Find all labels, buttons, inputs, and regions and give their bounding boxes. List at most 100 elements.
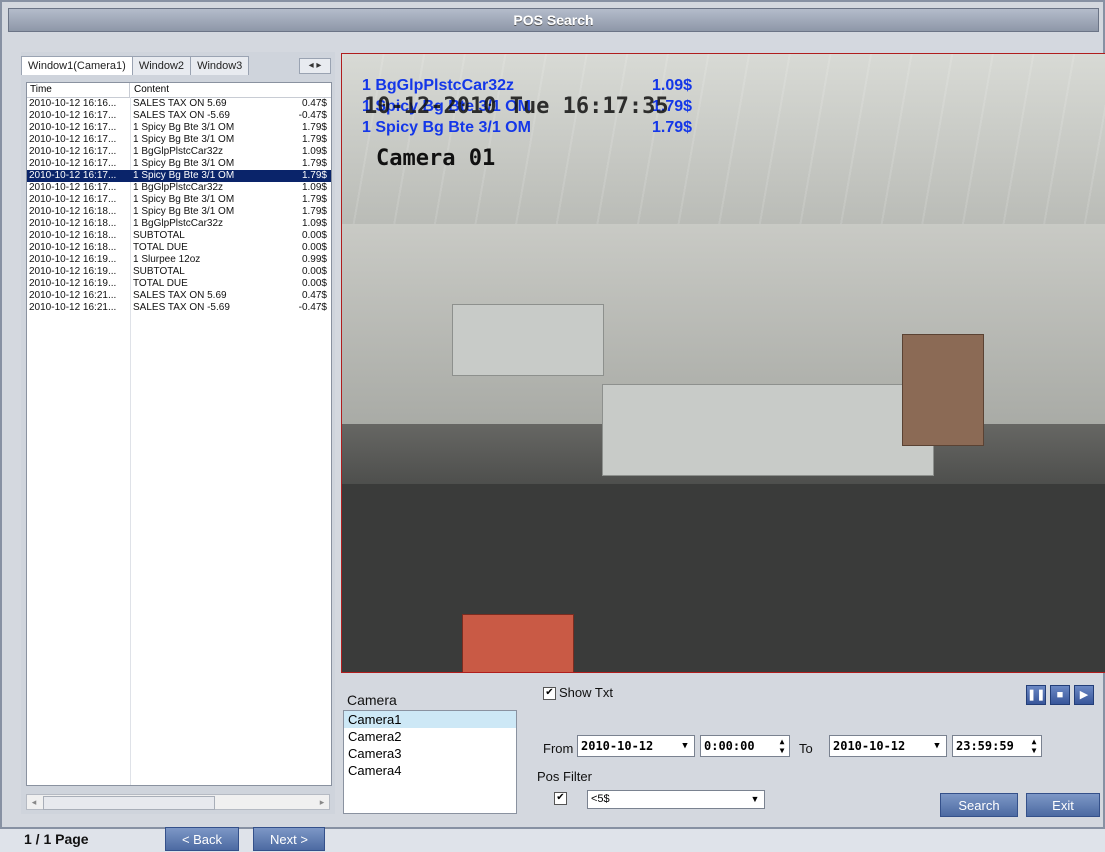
to-date-picker[interactable]: 2010-10-12 ▼ xyxy=(829,735,947,757)
back-button[interactable]: < Back xyxy=(165,827,239,851)
row-amount: 1.09$ xyxy=(301,146,327,157)
table-row[interactable]: 2010-10-12 16:17... 1 BgGlpPlstcCar32z 1.0… xyxy=(27,182,331,194)
row-amount: 0.00$ xyxy=(301,266,327,277)
transaction-list[interactable]: Time Content 2010-10-12 16:16... SALES TA… xyxy=(26,82,332,786)
table-row[interactable]: 2010-10-12 16:16... SALES TAX ON 5.69 0.47… xyxy=(27,98,331,110)
from-date-picker[interactable]: 2010-10-12 ▼ xyxy=(577,735,695,757)
step-forward-icon[interactable]: ▶ xyxy=(1074,685,1094,705)
row-content: 1 Spicy Bg Bte 3/1 OM xyxy=(133,206,235,217)
tab-window3[interactable]: Window3 xyxy=(190,56,250,75)
column-header-time[interactable]: Time xyxy=(27,83,130,97)
table-row[interactable]: 2010-10-12 16:19... 1 Slurpee 12oz 0.99$ xyxy=(27,254,331,266)
chevron-down-icon[interactable]: ▼ xyxy=(748,792,762,807)
video-playback-view[interactable]: 1 BgGlpPlstcCar32z 1.09$ 1 Spicy Bg Bte 3… xyxy=(341,53,1105,673)
table-row[interactable]: 2010-10-12 16:17... 1 Spicy Bg Bte 3/1 OM… xyxy=(27,122,331,134)
table-row[interactable]: 2010-10-12 16:17... 1 Spicy Bg Bte 3/1 OM… xyxy=(27,158,331,170)
row-content: 1 Slurpee 12oz xyxy=(133,254,201,265)
stop-icon[interactable]: ■ xyxy=(1050,685,1070,705)
camera-list[interactable]: Camera1 Camera2 Camera3 Camera4 xyxy=(343,710,517,814)
row-time: 2010-10-12 16:19... xyxy=(29,254,117,265)
row-time: 2010-10-12 16:17... xyxy=(29,194,117,205)
row-time: 2010-10-12 16:17... xyxy=(29,182,117,193)
row-content: SALES TAX ON 5.69 xyxy=(133,98,227,109)
row-amount: -0.47$ xyxy=(298,302,327,313)
spinner-arrows-icon[interactable]: ▲ ▼ xyxy=(1028,737,1040,755)
exit-button[interactable]: Exit xyxy=(1026,793,1100,817)
to-time-value: 23:59:59 xyxy=(956,739,1014,753)
scroll-right-icon[interactable]: ▸ xyxy=(315,795,329,809)
list-horizontal-scrollbar[interactable]: ◂ ▸ xyxy=(26,794,330,810)
pause-icon[interactable]: ❚❚ xyxy=(1026,685,1046,705)
chevron-down-icon[interactable]: ▼ xyxy=(678,738,692,754)
row-amount: 1.79$ xyxy=(301,206,327,217)
row-content: SALES TAX ON -5.69 xyxy=(133,110,230,121)
table-row[interactable]: 2010-10-12 16:19... TOTAL DUE 0.00$ xyxy=(27,278,331,290)
table-row[interactable]: 2010-10-12 16:18... 1 Spicy Bg Bte 3/1 OM… xyxy=(27,206,331,218)
list-rows: 2010-10-12 16:16... SALES TAX ON 5.69 0.47… xyxy=(27,98,331,314)
row-time: 2010-10-12 16:18... xyxy=(29,242,117,253)
spinner-arrows-icon[interactable]: ▲ ▼ xyxy=(776,737,788,755)
table-row[interactable]: 2010-10-12 16:17... SALES TAX ON -5.69 -0.… xyxy=(27,110,331,122)
row-content: TOTAL DUE xyxy=(133,278,188,289)
from-time-value: 0:00:00 xyxy=(704,739,755,753)
from-time-spinner[interactable]: 0:00:00 ▲ ▼ xyxy=(700,735,790,757)
video-scene-monitor xyxy=(462,614,574,672)
pos-filter-value: <5$ xyxy=(591,793,610,805)
row-content: 1 Spicy Bg Bte 3/1 OM xyxy=(133,170,235,181)
row-content: 1 BgGlpPlstcCar32z xyxy=(133,146,224,157)
row-time: 2010-10-12 16:17... xyxy=(29,134,117,145)
row-amount: 0.00$ xyxy=(301,242,327,253)
window-tabs: Window1(Camera1) Window2 Window3 xyxy=(21,56,250,76)
show-txt-checkbox[interactable]: ✔ xyxy=(543,687,556,700)
tab-window2[interactable]: Window2 xyxy=(131,56,192,75)
row-time: 2010-10-12 16:21... xyxy=(29,290,117,301)
chevron-down-icon[interactable]: ▼ xyxy=(930,738,944,754)
search-button[interactable]: Search xyxy=(940,793,1018,817)
table-row[interactable]: 2010-10-12 16:17... 1 BgGlpPlstcCar32z 1.0… xyxy=(27,146,331,158)
table-row[interactable]: 2010-10-12 16:17... 1 Spicy Bg Bte 3/1 OM… xyxy=(27,134,331,146)
tab-window1[interactable]: Window1(Camera1) xyxy=(21,56,133,75)
to-time-spinner[interactable]: 23:59:59 ▲ ▼ xyxy=(952,735,1042,757)
camera-list-item[interactable]: Camera4 xyxy=(344,762,516,779)
row-time: 2010-10-12 16:16... xyxy=(29,98,117,109)
tab-scroll-right-icon[interactable]: ▸ xyxy=(316,60,321,71)
row-content: 1 Spicy Bg Bte 3/1 OM xyxy=(133,194,235,205)
pos-overlay-line-1: 1 BgGlpPlstcCar32z 1.09$ xyxy=(362,77,693,94)
row-amount: 0.00$ xyxy=(301,230,327,241)
camera-list-item[interactable]: Camera1 xyxy=(344,711,516,728)
row-amount: 0.00$ xyxy=(301,278,327,289)
table-row[interactable]: 2010-10-12 16:17... 1 Spicy Bg Bte 3/1 OM… xyxy=(27,194,331,206)
video-scene-partition xyxy=(452,304,604,376)
video-scene-floor xyxy=(342,484,1105,672)
pos-filter-checkbox[interactable]: ✔ xyxy=(554,792,567,805)
table-row[interactable]: 2010-10-12 16:18... 1 BgGlpPlstcCar32z 1.0… xyxy=(27,218,331,230)
osd-datetime: 10-12-2010 Tue 16:17:35 xyxy=(364,94,669,119)
row-amount: 1.79$ xyxy=(301,158,327,169)
row-time: 2010-10-12 16:19... xyxy=(29,278,117,289)
table-row[interactable]: 2010-10-12 16:21... SALES TAX ON -5.69 -0.… xyxy=(27,302,331,314)
camera-list-item[interactable]: Camera3 xyxy=(344,745,516,762)
row-content: SUBTOTAL xyxy=(133,266,185,277)
from-label: From xyxy=(543,741,574,756)
row-amount: -0.47$ xyxy=(298,110,327,121)
column-header-content[interactable]: Content xyxy=(130,83,331,97)
table-row[interactable]: 2010-10-12 16:18... TOTAL DUE 0.00$ xyxy=(27,242,331,254)
row-amount: 0.47$ xyxy=(301,98,327,109)
tab-scroll-arrows[interactable]: ◂ ▸ xyxy=(299,58,331,74)
pos-filter-select[interactable]: <5$ ▼ xyxy=(587,790,765,809)
row-time: 2010-10-12 16:17... xyxy=(29,110,117,121)
row-content: 1 Spicy Bg Bte 3/1 OM xyxy=(133,122,235,133)
scroll-thumb[interactable] xyxy=(43,796,215,810)
next-button[interactable]: Next > xyxy=(253,827,325,851)
table-row[interactable]: 2010-10-12 16:21... SALES TAX ON 5.69 0.47… xyxy=(27,290,331,302)
pos-filter-label: Pos Filter xyxy=(537,769,592,784)
table-row[interactable]: 2010-10-12 16:17... 1 Spicy Bg Bte 3/1 OM… xyxy=(27,170,331,182)
table-row[interactable]: 2010-10-12 16:18... SUBTOTAL 0.00$ xyxy=(27,230,331,242)
table-row[interactable]: 2010-10-12 16:19... SUBTOTAL 0.00$ xyxy=(27,266,331,278)
tab-scroll-left-icon[interactable]: ◂ xyxy=(309,60,314,71)
camera-list-item[interactable]: Camera2 xyxy=(344,728,516,745)
row-time: 2010-10-12 16:19... xyxy=(29,266,117,277)
row-content: 1 BgGlpPlstcCar32z xyxy=(133,218,224,229)
row-amount: 1.79$ xyxy=(301,170,327,181)
scroll-left-icon[interactable]: ◂ xyxy=(27,795,41,809)
